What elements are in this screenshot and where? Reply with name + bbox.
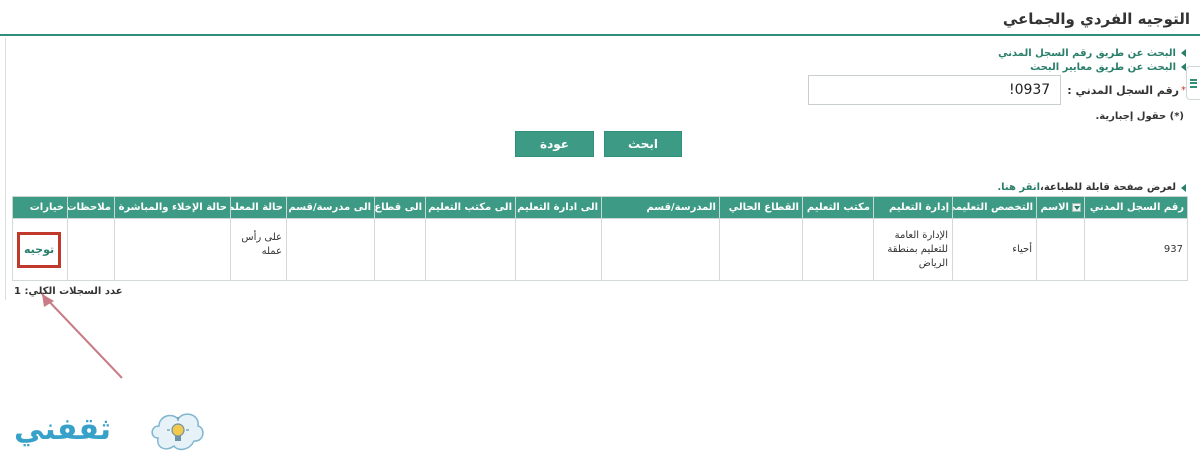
column-header-notes[interactable]: ملاحظات (67, 196, 115, 219)
watermark-logo: ثقفني (14, 408, 214, 460)
sort-icon[interactable] (1072, 202, 1081, 212)
column-header-specialty[interactable]: التخصص التعليمي (952, 196, 1037, 219)
civil-id-input[interactable] (808, 75, 1062, 105)
cell-edu-office (802, 218, 874, 281)
table-header-row: رقم السجل المدني الاسم التخصص التعليمي إ… (12, 196, 1188, 219)
triangle-left-icon (1181, 49, 1186, 57)
content-frame-border (5, 38, 6, 300)
cell-evacuation-status (114, 218, 231, 281)
cell-to-office (425, 218, 516, 281)
results-table: رقم السجل المدني الاسم التخصص التعليمي إ… (12, 196, 1188, 281)
side-panel-toggle[interactable] (1186, 66, 1200, 100)
column-header-evacuation-status[interactable]: حالة الإخلاء والمباشرة (114, 196, 231, 219)
civil-id-field-row: * رقم السجل المدني : (808, 75, 1186, 105)
cell-teacher-status: على رأس عمله (230, 218, 287, 281)
column-header-to-sector[interactable]: الى قطاع (374, 196, 426, 219)
column-header-edu-admin[interactable]: إدارة التعليم (873, 196, 953, 219)
search-option-label: البحث عن طريق رقم السجل المدني (998, 47, 1176, 59)
cell-civil-id: 937 (1084, 218, 1188, 281)
column-header-civil-id[interactable]: رقم السجل المدني (1084, 196, 1188, 219)
column-header-to-school[interactable]: الى مدرسة/قسم (286, 196, 375, 219)
search-by-criteria-link[interactable]: البحث عن طريق معايير البحث (998, 60, 1186, 74)
cell-to-school (286, 218, 375, 281)
annotation-arrow (41, 293, 123, 379)
search-option-label: البحث عن طريق معايير البحث (1030, 61, 1176, 73)
column-header-current-sector[interactable]: القطاع الحالي (719, 196, 803, 219)
cell-name (1036, 218, 1085, 281)
mandatory-fields-note: (*) حقول إجبارية. (1095, 111, 1184, 122)
search-button[interactable]: ابحث (604, 131, 682, 157)
cell-to-sector (374, 218, 426, 281)
column-header-options: خيارات (12, 196, 68, 219)
printable-text: لعرض صفحة قابلة للطباعة، (1040, 182, 1176, 193)
triangle-left-icon (1181, 183, 1186, 192)
cell-current-sector (719, 218, 803, 281)
required-mark: * (1181, 84, 1186, 96)
page-title: التوجيه الفردي والجماعي (1002, 10, 1190, 28)
cell-school (601, 218, 720, 281)
column-header-edu-office[interactable]: مكتب التعليم (802, 196, 874, 219)
table-row: 937 أحياء الإدارة العامة للتعليم بمنطقة … (12, 218, 1188, 281)
triangle-left-icon (1181, 63, 1186, 71)
column-header-teacher-status[interactable]: حالة المعلم (230, 196, 287, 219)
search-by-civil-id-link[interactable]: البحث عن طريق رقم السجل المدني (998, 46, 1186, 60)
column-header-label: الاسم (1040, 202, 1069, 213)
search-options: البحث عن طريق رقم السجل المدني البحث عن … (998, 46, 1186, 74)
lightbulb-icon (151, 413, 204, 451)
cell-edu-admin: الإدارة العامة للتعليم بمنطقة الرياض (873, 218, 953, 281)
back-button[interactable]: عودة (515, 131, 594, 157)
column-header-to-office[interactable]: الى مكتب التعليم (425, 196, 516, 219)
page-header: التوجيه الفردي والجماعي (0, 0, 1200, 36)
cell-specialty: أحياء (952, 218, 1037, 281)
column-header-school[interactable]: المدرسة/قسم (601, 196, 720, 219)
column-header-to-admin[interactable]: الى ادارة التعليم (515, 196, 602, 219)
menu-icon (1190, 78, 1197, 88)
watermark-text: ثقفني (14, 412, 112, 447)
printable-version-row: لعرض صفحة قابلة للطباعة، انقر هنا. (997, 182, 1186, 193)
column-header-name[interactable]: الاسم (1036, 196, 1085, 219)
cell-to-admin (515, 218, 602, 281)
civil-id-label: رقم السجل المدني : (1067, 83, 1179, 97)
printable-link[interactable]: انقر هنا. (997, 182, 1040, 193)
